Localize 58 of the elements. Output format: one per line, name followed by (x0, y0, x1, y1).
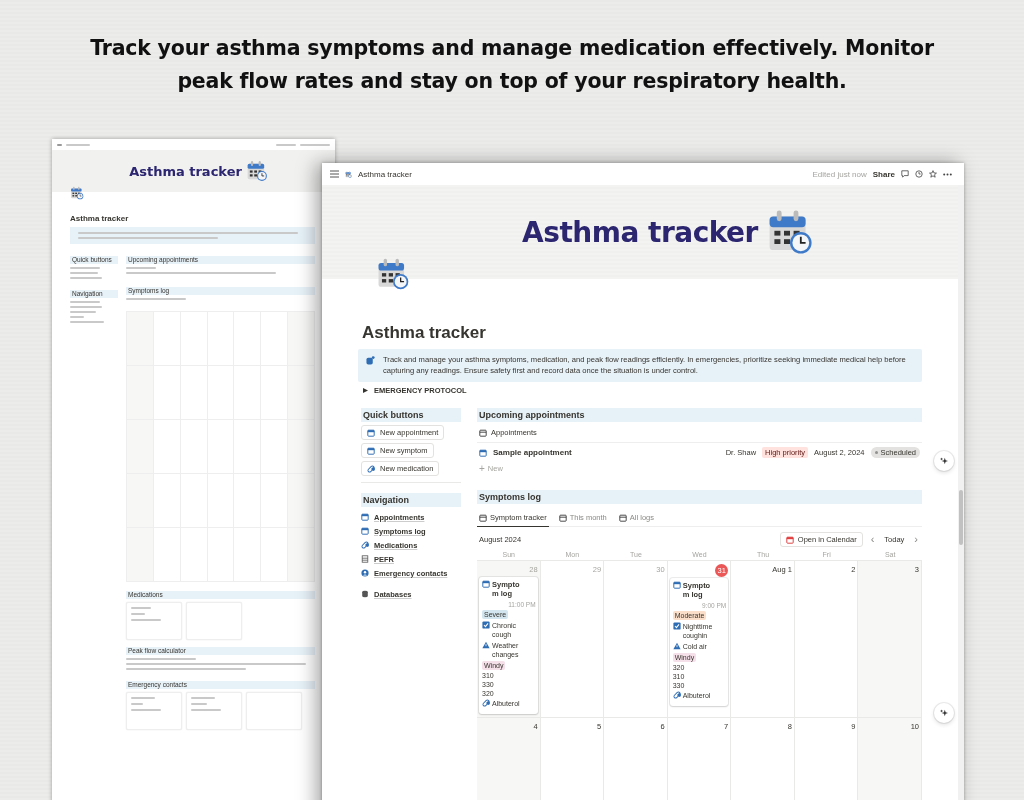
database-icon (361, 590, 369, 598)
appointment-name: Sample appointment (493, 448, 572, 457)
comment-icon[interactable] (901, 170, 909, 178)
edited-status: Edited just now (812, 169, 867, 179)
headline: Track your asthma symptoms and manage medication effectively. Monitor (90, 36, 934, 60)
warning-icon (672, 642, 681, 650)
calendar-icon (367, 428, 375, 437)
more-icon[interactable] (943, 172, 952, 176)
info-icon (366, 356, 375, 365)
calendar-clock-icon (376, 257, 410, 291)
calendar-icon (361, 513, 369, 521)
previous-button[interactable]: ‹ (868, 534, 877, 545)
warning-icon (482, 641, 490, 649)
assistant-button[interactable] (934, 451, 954, 471)
banner-title: Asthma tracker (522, 215, 758, 249)
sparkle-icon (940, 457, 948, 465)
calendar-clock-icon (345, 170, 352, 178)
medication-card (126, 602, 182, 640)
pill-icon (361, 541, 369, 549)
headline: peak flow rates and stay on top of your respiratory health. (177, 69, 847, 93)
calendar-view-icon (479, 513, 487, 522)
triangle-icon (363, 388, 368, 393)
page-title: Asthma tracker (362, 323, 487, 343)
table-icon (361, 555, 369, 563)
section-heading: Quick buttons (361, 408, 461, 422)
contact-card (186, 692, 242, 730)
banner-title: Asthma tracker (129, 163, 242, 179)
calendar-icon (361, 527, 369, 535)
person-icon (361, 569, 369, 577)
page-title: Asthma tracker (70, 214, 130, 223)
scroll-thumb[interactable] (959, 490, 963, 545)
section-heading: Upcoming appointments (477, 408, 922, 422)
clock-icon[interactable] (915, 170, 923, 178)
section-heading: Symptoms log (477, 490, 922, 504)
calendar-view-icon (479, 428, 487, 437)
calendar-view-icon (618, 513, 627, 522)
contact-card (126, 692, 182, 730)
calendar-icon (482, 580, 490, 588)
calendar-icon (672, 581, 681, 589)
pill-icon (672, 691, 681, 699)
calendar-icon (785, 535, 794, 544)
pill-icon (482, 699, 490, 707)
share-button[interactable]: Share (872, 169, 895, 179)
plus-icon: + (479, 463, 485, 474)
calendar-clock-icon (245, 160, 268, 182)
menu-icon[interactable] (330, 170, 339, 178)
breadcrumb[interactable]: Asthma tracker (358, 169, 412, 179)
pill-icon (367, 464, 375, 473)
section-heading: Navigation (361, 493, 461, 507)
calendar-icon (367, 446, 375, 455)
calendar-view-icon (558, 513, 567, 522)
sparkle-icon (940, 709, 948, 717)
assistant-button[interactable] (934, 703, 954, 723)
next-button[interactable]: › (912, 534, 920, 545)
checkbox-icon (482, 621, 490, 629)
calendar-icon (479, 448, 487, 457)
star-icon[interactable] (929, 170, 937, 178)
checkbox-icon (672, 622, 681, 630)
